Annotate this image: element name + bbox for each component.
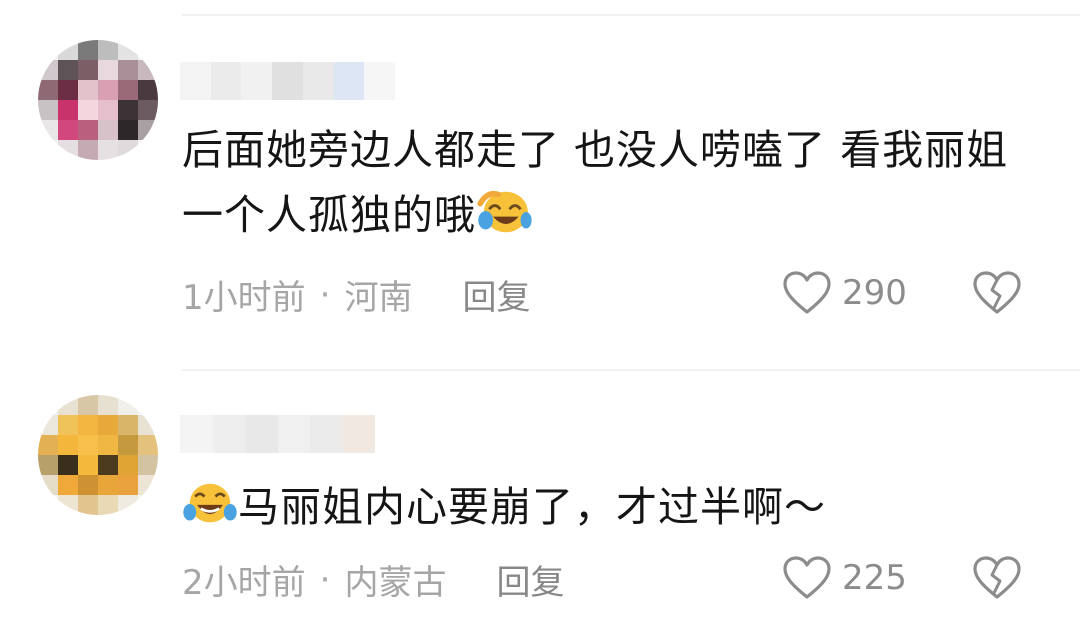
comment-time: 1小时前 <box>182 278 306 318</box>
avatar[interactable] <box>38 395 158 515</box>
comment-location: 内蒙古 <box>344 563 447 603</box>
username-blurred[interactable] <box>180 62 396 100</box>
broken-heart-icon <box>973 556 1021 599</box>
heart-outline-icon <box>783 271 831 314</box>
like-button[interactable]: 290 <box>782 270 907 316</box>
comment-location: 河南 <box>344 278 413 318</box>
laughing-tears-emoji-icon <box>182 481 238 527</box>
broken-heart-icon <box>973 271 1021 314</box>
heart-outline-icon <box>783 556 831 599</box>
dislike-button[interactable] <box>972 555 1022 601</box>
comment-item: 后面她旁边人都走了 也没人唠嗑了 看我丽姐一个人孤独的哦 1小时前 · 河南 回… <box>0 40 1080 340</box>
comment-meta: 1小时前 · 河南 回复 <box>182 270 530 319</box>
like-count: 225 <box>842 558 907 598</box>
comment-text-content: 马丽姐内心要崩了，才过半啊～ <box>238 483 826 531</box>
top-divider <box>182 14 1080 16</box>
comment-text-content: 后面她旁边人都走了 也没人唠嗑了 看我丽姐一个人孤独的哦 <box>182 126 1009 239</box>
comment-item: 马丽姐内心要崩了，才过半啊～ 2小时前 · 内蒙古 回复 225 <box>0 395 1080 637</box>
comment-text: 后面她旁边人都走了 也没人唠嗑了 看我丽姐一个人孤独的哦 <box>182 118 1042 248</box>
comment-text: 马丽姐内心要崩了，才过半啊～ <box>182 475 1042 540</box>
dislike-button[interactable] <box>972 270 1022 316</box>
avatar[interactable] <box>38 40 158 160</box>
reply-button[interactable]: 回复 <box>462 270 530 319</box>
comment-time: 2小时前 <box>182 563 306 603</box>
reply-button[interactable]: 回复 <box>496 555 564 604</box>
meta-separator: · <box>319 559 331 600</box>
like-count: 290 <box>842 273 907 313</box>
comment-divider <box>182 369 1080 371</box>
grinning-squinting-tears-emoji-icon <box>476 189 532 235</box>
meta-separator: · <box>319 274 331 315</box>
like-button[interactable]: 225 <box>782 555 907 601</box>
username-blurred[interactable] <box>180 415 375 453</box>
comment-meta: 2小时前 · 内蒙古 回复 <box>182 555 564 604</box>
